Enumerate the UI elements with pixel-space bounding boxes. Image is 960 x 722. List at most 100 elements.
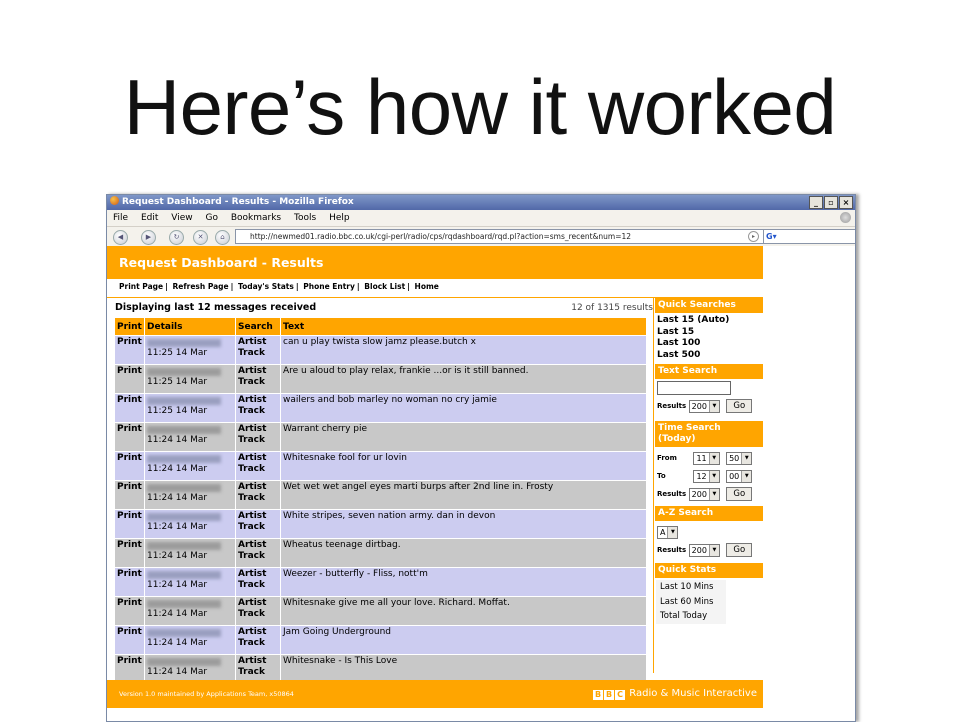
print-link[interactable]: Print [117, 424, 142, 434]
table-row: Print 11:24 14 Mar Artist Track Warrant cher… [115, 422, 647, 452]
message-time: 11:24 14 Mar [147, 667, 208, 677]
artist-search-link[interactable]: Artist [238, 569, 266, 579]
table-row: Print 11:24 14 Mar Artist Track Whitesnake g… [115, 596, 647, 626]
results-label: Results [657, 490, 687, 498]
message-text: Whitesnake - Is This Love [283, 656, 398, 666]
quick-link-last-15[interactable]: Last 15 [655, 327, 763, 339]
print-link[interactable]: Print [117, 482, 142, 492]
maximize-icon[interactable]: ▫ [824, 196, 838, 209]
track-search-link[interactable]: Track [238, 638, 265, 648]
track-search-link[interactable]: Track [238, 580, 265, 590]
print-link[interactable]: Print [117, 627, 142, 637]
close-icon[interactable]: × [839, 196, 853, 209]
artist-search-link[interactable]: Artist [238, 424, 266, 434]
home-icon[interactable]: ⌂ [215, 230, 230, 245]
artist-search-link[interactable]: Artist [238, 453, 266, 463]
results-label: Results [657, 546, 687, 554]
track-search-link[interactable]: Track [238, 464, 265, 474]
az-results-select[interactable]: 200 ▼ [688, 543, 720, 557]
print-link[interactable]: Print [117, 453, 142, 463]
redacted-phone-number [147, 339, 221, 347]
artist-search-link[interactable]: Artist [238, 540, 266, 550]
artist-search-link[interactable]: Artist [238, 482, 266, 492]
artist-search-link[interactable]: Artist [238, 656, 266, 666]
message-text: can u play twista slow jamz please.butch… [283, 337, 476, 347]
from-hour-select[interactable]: 11 ▼ [693, 451, 720, 465]
stop-icon[interactable]: ✕ [193, 230, 208, 245]
track-search-link[interactable]: Track [238, 667, 265, 677]
menu-edit[interactable]: Edit [141, 213, 158, 223]
time-search-go-button[interactable]: Go [726, 487, 753, 501]
stat-last-10-mins[interactable]: Last 10 Mins [660, 580, 726, 595]
quick-link-last-15-auto[interactable]: Last 15 (Auto) [655, 315, 763, 327]
artist-search-link[interactable]: Artist [238, 598, 266, 608]
track-search-link[interactable]: Track [238, 435, 265, 445]
quick-link-last-500[interactable]: Last 500 [655, 350, 763, 362]
artist-search-link[interactable]: Artist [238, 627, 266, 637]
link-todays-stats[interactable]: Today's Stats [238, 282, 294, 291]
redacted-phone-number [147, 368, 221, 376]
menu-file[interactable]: File [113, 213, 128, 223]
link-refresh-page[interactable]: Refresh Page [173, 282, 229, 291]
link-home[interactable]: Home [415, 282, 439, 291]
print-link[interactable]: Print [117, 569, 142, 579]
go-icon[interactable]: ▸ [748, 231, 759, 242]
print-link[interactable]: Print [117, 511, 142, 521]
dropdown-arrow-icon: ▼ [741, 452, 752, 464]
results-select[interactable]: 200 ▼ [688, 399, 720, 413]
link-phone-entry[interactable]: Phone Entry [303, 282, 355, 291]
az-letter-value: A [660, 527, 666, 537]
sidebar-divider [653, 298, 654, 673]
from-hour-value: 11 [696, 453, 707, 463]
track-search-link[interactable]: Track [238, 348, 265, 358]
message-text: wailers and bob marley no woman no cry j… [283, 395, 497, 405]
reload-icon[interactable]: ↻ [169, 230, 184, 245]
result-count: 12 of 1315 results [571, 303, 653, 313]
print-link[interactable]: Print [117, 366, 142, 376]
artist-search-link[interactable]: Artist [238, 366, 266, 376]
artist-search-link[interactable]: Artist [238, 337, 266, 347]
print-link[interactable]: Print [117, 540, 142, 550]
back-icon[interactable]: ◀ [113, 230, 128, 245]
track-search-link[interactable]: Track [238, 377, 265, 387]
print-link[interactable]: Print [117, 395, 142, 405]
track-search-link[interactable]: Track [238, 406, 265, 416]
link-print-page[interactable]: Print Page [119, 282, 163, 291]
menu-go[interactable]: Go [205, 213, 217, 223]
print-link[interactable]: Print [117, 337, 142, 347]
print-link[interactable]: Print [117, 598, 142, 608]
az-letter-select[interactable]: A ▼ [657, 525, 679, 539]
address-bar[interactable]: http://newmed01.radio.bbc.co.uk/cgi-perl… [235, 229, 777, 244]
stat-total-today[interactable]: Total Today [660, 609, 726, 624]
print-link[interactable]: Print [117, 656, 142, 666]
to-minute-select[interactable]: 00 ▼ [726, 469, 753, 483]
track-search-link[interactable]: Track [238, 493, 265, 503]
artist-search-link[interactable]: Artist [238, 395, 266, 405]
menu-view[interactable]: View [171, 213, 192, 223]
redacted-phone-number [147, 600, 221, 608]
track-search-link[interactable]: Track [238, 551, 265, 561]
menu-bookmarks[interactable]: Bookmarks [231, 213, 281, 223]
menu-tools[interactable]: Tools [294, 213, 316, 223]
from-minute-select[interactable]: 50 ▼ [726, 451, 753, 465]
text-search-go-button[interactable]: Go [726, 399, 753, 413]
text-search-heading: Text Search [655, 364, 763, 379]
forward-icon[interactable]: ▶ [141, 230, 156, 245]
az-search-go-button[interactable]: Go [726, 543, 753, 557]
minimize-icon[interactable]: _ [809, 196, 823, 209]
link-block-list[interactable]: Block List [364, 282, 405, 291]
throbber-icon [840, 212, 851, 223]
redacted-phone-number [147, 542, 221, 550]
time-results-select[interactable]: 200 ▼ [688, 487, 720, 501]
track-search-link[interactable]: Track [238, 609, 265, 619]
to-hour-select[interactable]: 12 ▼ [693, 469, 720, 483]
dropdown-arrow-icon: ▼ [708, 452, 719, 464]
menu-help[interactable]: Help [329, 213, 350, 223]
artist-search-link[interactable]: Artist [238, 511, 266, 521]
text-search-input[interactable] [657, 381, 731, 395]
quick-link-last-100[interactable]: Last 100 [655, 338, 763, 350]
stat-last-60-mins[interactable]: Last 60 Mins [660, 595, 726, 610]
search-box[interactable]: G▾ [763, 229, 855, 244]
track-search-link[interactable]: Track [238, 522, 265, 532]
az-results-row: Results 200 ▼ Go [655, 541, 763, 559]
